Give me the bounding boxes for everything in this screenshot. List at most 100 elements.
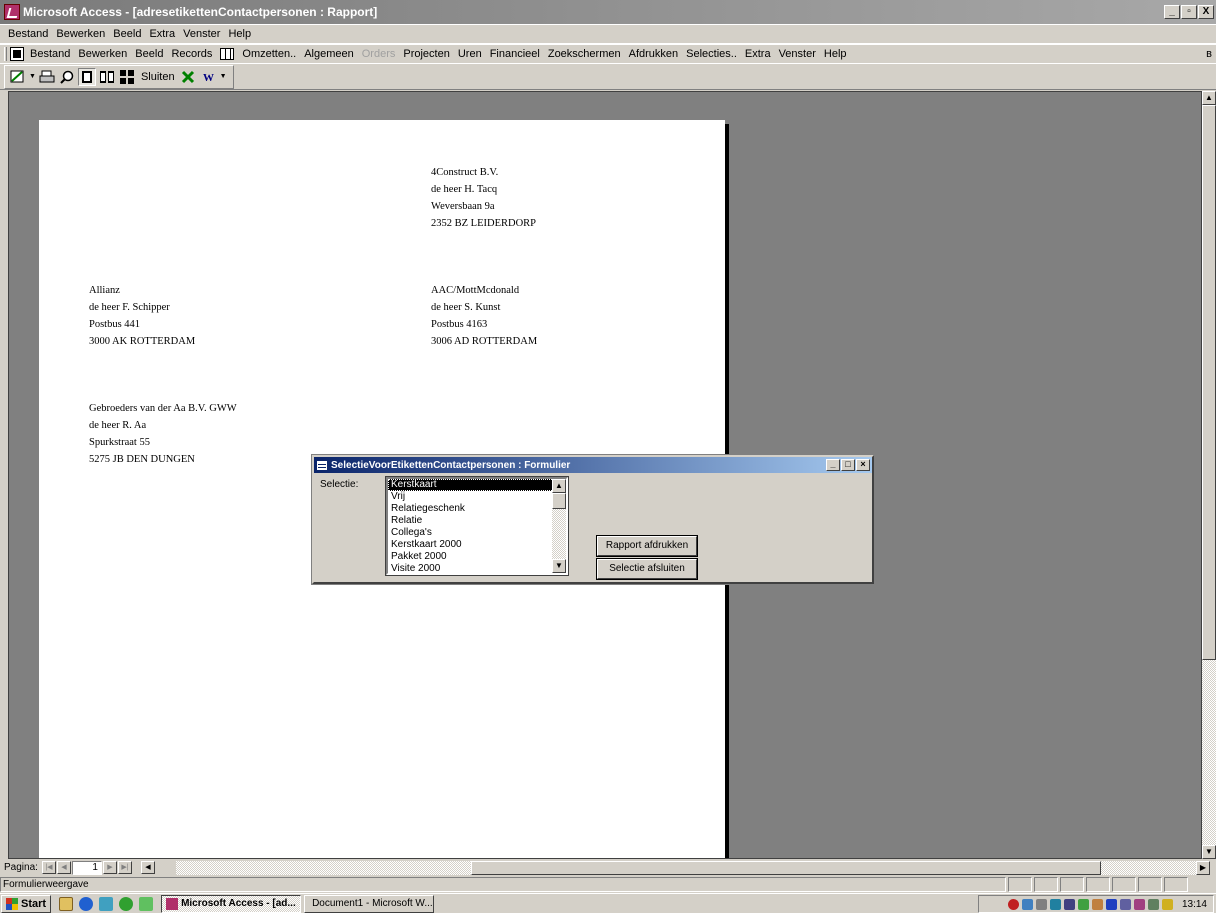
print-preview-toolbar: ▼ Sluiten W ▼ <box>0 64 1216 90</box>
scroll-up-icon[interactable]: ▲ <box>552 479 566 493</box>
quick-launch <box>59 896 154 911</box>
restore-button[interactable]: ▫ <box>1181 5 1197 19</box>
two-pages-icon[interactable] <box>98 68 116 86</box>
document-restore-icon[interactable]: в <box>1206 48 1212 60</box>
menu2-beeld[interactable]: Beeld <box>131 48 167 60</box>
multiple-pages-icon[interactable] <box>118 68 136 86</box>
network-icon[interactable] <box>1063 898 1075 910</box>
address-label: 4Construct B.V. de heer H. Tacq Weversba… <box>431 164 536 232</box>
desktop-icon[interactable] <box>59 896 74 911</box>
language-icon[interactable] <box>1105 898 1117 910</box>
listbox-scrollbar[interactable]: ▲ ▼ <box>552 479 566 573</box>
dialog-minimize-button[interactable]: _ <box>826 459 840 471</box>
menu2-extra[interactable]: Extra <box>741 48 775 60</box>
menu2-zoekschermen[interactable]: Zoekschermen <box>544 48 625 60</box>
clock[interactable]: 13:14 <box>1182 899 1207 910</box>
menu2-selecties[interactable]: Selecties.. <box>682 48 741 60</box>
tray-icon[interactable] <box>1133 898 1145 910</box>
one-page-icon[interactable] <box>77 67 96 86</box>
list-item[interactable]: Vrij <box>388 491 566 503</box>
start-button[interactable]: Start <box>1 894 52 913</box>
dropdown-arrow-icon[interactable]: ▼ <box>29 68 36 86</box>
close-selection-button[interactable]: Selectie afsluiten <box>596 558 698 580</box>
scroll-down-icon[interactable]: ▼ <box>552 559 566 573</box>
list-item[interactable]: Visite 2000 <box>388 563 566 575</box>
minimize-button[interactable]: _ <box>1164 5 1180 19</box>
menu2-uren[interactable]: Uren <box>454 48 486 60</box>
print-icon[interactable] <box>38 68 56 86</box>
internet-explorer-icon[interactable] <box>79 896 94 911</box>
list-item[interactable]: Kerstkaart 2000 <box>388 539 566 551</box>
print-report-button[interactable]: Rapport afdrukken <box>596 535 698 557</box>
dialog-title-bar[interactable]: SelectieVoorEtikettenContactpersonen : F… <box>314 457 872 473</box>
menu2-omzetten[interactable]: Omzetten.. <box>238 48 300 60</box>
word-export-icon[interactable]: W <box>200 68 218 86</box>
menu-bewerken[interactable]: Bewerken <box>52 28 109 40</box>
scroll-right-icon[interactable]: ▶ <box>1196 861 1210 875</box>
menu-bestand[interactable]: Bestand <box>4 28 52 40</box>
first-page-icon[interactable]: |◀ <box>41 861 56 874</box>
tray-icon[interactable] <box>1049 898 1061 910</box>
menu2-bewerken[interactable]: Bewerken <box>74 48 131 60</box>
label-line: de heer S. Kunst <box>431 302 501 313</box>
task-word[interactable]: Document1 - Microsoft W... <box>304 894 435 913</box>
label-line: Postbus 441 <box>89 319 141 330</box>
list-item[interactable]: Relatiegeschenk <box>388 503 566 515</box>
close-button[interactable]: X <box>1198 5 1214 19</box>
main-menu-bar: Bestand Bewerken Beeld Extra Venster Hel… <box>0 24 1216 44</box>
tray-icon[interactable] <box>1091 898 1103 910</box>
selection-listbox[interactable]: Kerstkaart Vrij Relatiegeschenk Relatie … <box>385 476 569 576</box>
tray-icon[interactable] <box>1147 898 1159 910</box>
menu2-projecten[interactable]: Projecten <box>399 48 453 60</box>
page-number-input[interactable]: 1 <box>71 860 102 875</box>
media-icon[interactable] <box>119 896 134 911</box>
menu2-financieel[interactable]: Financieel <box>486 48 544 60</box>
task-access[interactable]: Microsoft Access - [ad... <box>161 894 302 913</box>
scroll-down-icon[interactable]: ▼ <box>1202 845 1216 859</box>
scroll-thumb[interactable] <box>1202 105 1216 660</box>
menu2-records[interactable]: Records <box>167 48 216 60</box>
menu-beeld[interactable]: Beeld <box>109 28 145 40</box>
datasheet-icon[interactable] <box>220 48 235 60</box>
menu2-algemeen[interactable]: Algemeen <box>300 48 358 60</box>
tray-icon[interactable] <box>1161 898 1173 910</box>
dropdown-arrow-icon[interactable]: ▼ <box>220 68 227 86</box>
hscroll-thumb[interactable] <box>471 861 1101 875</box>
tray-icon[interactable] <box>1119 898 1131 910</box>
tray-icon[interactable] <box>1021 898 1033 910</box>
list-item[interactable]: Kerstkaart <box>388 479 566 491</box>
view-design-icon[interactable] <box>9 68 27 86</box>
toolbar-grip[interactable] <box>4 47 7 61</box>
menu-venster[interactable]: Venster <box>179 28 224 40</box>
speaker-icon[interactable] <box>1035 898 1047 910</box>
list-item[interactable]: Collega's <box>388 527 566 539</box>
access-app-icon[interactable] <box>4 4 20 20</box>
menu-help[interactable]: Help <box>224 28 255 40</box>
horizontal-scrollbar[interactable]: ▶ <box>176 861 1210 875</box>
toolbar-box: ▼ Sluiten W ▼ <box>4 64 234 89</box>
previous-page-icon[interactable]: ◀ <box>56 861 71 874</box>
launcher-icon[interactable] <box>139 896 154 911</box>
list-item[interactable]: Pakket 2000 <box>388 551 566 563</box>
menu2-bestand[interactable]: Bestand <box>26 48 74 60</box>
menu2-help[interactable]: Help <box>820 48 851 60</box>
vertical-scrollbar[interactable]: ▲ ▼ <box>1202 91 1216 859</box>
dialog-maximize-button[interactable]: □ <box>841 459 855 471</box>
document-icon[interactable] <box>10 47 24 61</box>
scroll-up-icon[interactable]: ▲ <box>1202 91 1216 105</box>
zoom-icon[interactable] <box>58 68 76 86</box>
last-page-icon[interactable]: ▶| <box>117 861 132 874</box>
dialog-close-button[interactable]: × <box>856 459 870 471</box>
outlook-icon[interactable] <box>99 896 114 911</box>
excel-export-icon[interactable] <box>180 68 198 86</box>
list-item[interactable]: Relatie <box>388 515 566 527</box>
tray-icon[interactable] <box>1007 898 1019 910</box>
tray-icon[interactable] <box>1077 898 1089 910</box>
menu2-afdrukken[interactable]: Afdrukken <box>625 48 683 60</box>
listbox-scroll-thumb[interactable] <box>552 493 566 509</box>
menu2-venster[interactable]: Venster <box>775 48 820 60</box>
menu-extra[interactable]: Extra <box>145 28 179 40</box>
close-preview-button[interactable]: Sluiten <box>138 68 178 86</box>
scroll-left-icon[interactable]: ◀ <box>140 861 155 874</box>
next-page-icon[interactable]: ▶ <box>102 861 117 874</box>
